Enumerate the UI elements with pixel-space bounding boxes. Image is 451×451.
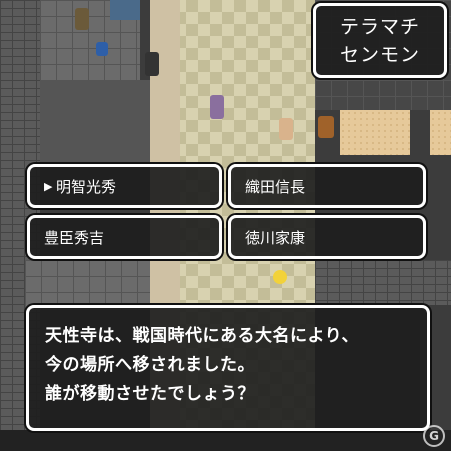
choice-label: 織田信長 (245, 177, 306, 196)
message-line-1: 天性寺は、戦国時代にある大名により、 (45, 326, 359, 346)
sand-lot-2 (430, 110, 451, 155)
choice-oda-nobunaga[interactable]: 織田信長 (228, 164, 426, 208)
choice-label: 豊臣秀吉 (44, 228, 105, 247)
location-name-line-1: テラマチ (339, 15, 420, 38)
choice-label: 徳川家康 (245, 228, 306, 247)
message-line-3: 誰が移動させたでしょう？ (45, 384, 255, 404)
choice-label: 明智光秀 (56, 177, 117, 196)
message-line-2: 今の場所へ移されました。 (45, 355, 255, 375)
shopkeeper-sprite (75, 8, 89, 30)
lower-left-building (25, 260, 150, 310)
choice-tokugawa-ieyasu[interactable]: 徳川家康 (228, 215, 426, 259)
right-stone-wall (315, 260, 451, 305)
villager-sprite (145, 52, 159, 76)
shop-shelf (110, 0, 140, 20)
location-name-line-2: センモン (339, 43, 420, 66)
quiz-message-window[interactable]: 天性寺は、戦国時代にある大名により、 今の場所へ移されました。 誰が移動させたで… (26, 305, 430, 431)
site-logo-icon: G (423, 425, 445, 447)
sand-lot-1 (340, 110, 410, 155)
blue-chair-sprite (96, 42, 108, 56)
choice-akechi-mitsuhide[interactable]: ▶ 明智光秀 (27, 164, 222, 208)
left-floor (40, 80, 150, 165)
selection-cursor-icon: ▶ (44, 179, 53, 193)
signpost-sprite (318, 116, 334, 138)
monk-sprite (279, 118, 293, 140)
choice-toyotomi-hideyoshi[interactable]: 豊臣秀吉 (27, 215, 222, 259)
bottom-strip (0, 430, 451, 451)
player-sprite (210, 95, 224, 119)
location-name-window: テラマチ センモン (313, 3, 447, 78)
smiley-sprite (273, 270, 287, 284)
